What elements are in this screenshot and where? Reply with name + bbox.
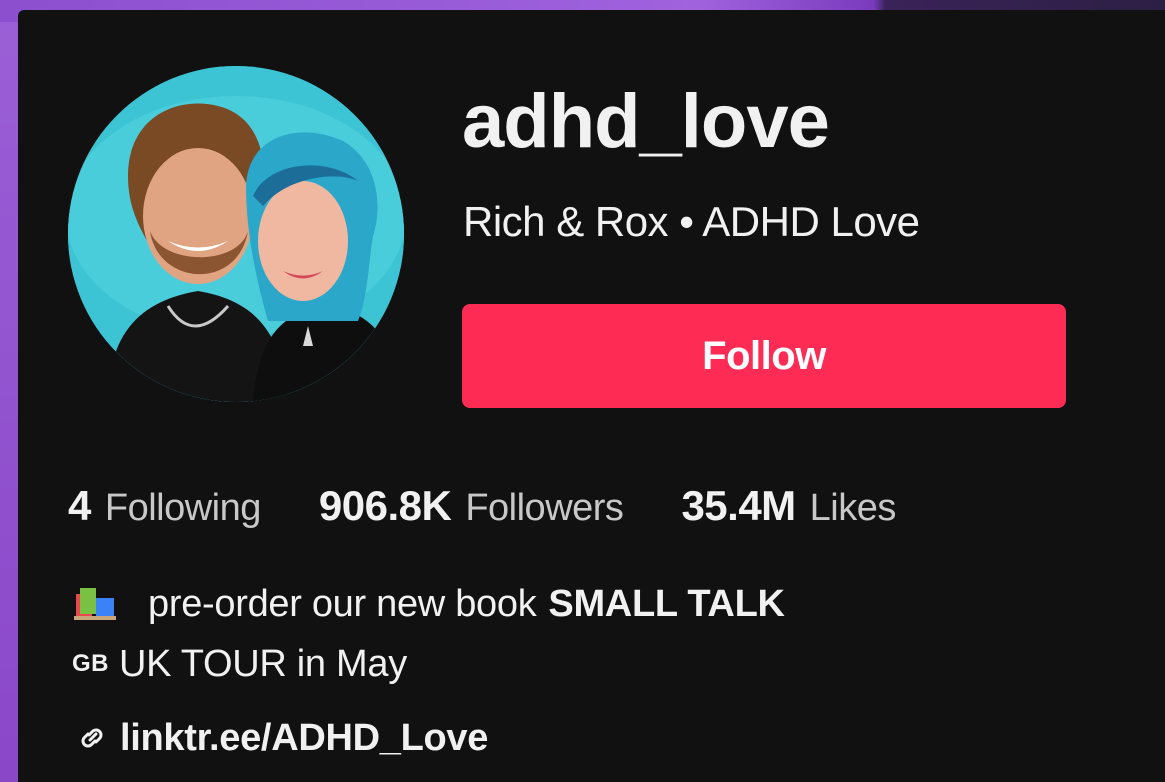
profile-stats: 4 Following 906.8K Followers 35.4M Likes bbox=[68, 482, 896, 538]
bio-line-1: pre-order our new book SMALL TALK bbox=[72, 580, 785, 628]
following-count: 4 bbox=[68, 482, 91, 529]
bio-line-2-text: UK TOUR in May bbox=[119, 642, 407, 685]
likes-label: Likes bbox=[809, 487, 897, 529]
profile-link-text: linktr.ee/ADHD_Love bbox=[120, 716, 489, 759]
followers-count: 906.8K bbox=[318, 482, 452, 529]
likes-count: 35.4M bbox=[681, 482, 796, 529]
bio-line-1-text: pre-order our new book bbox=[148, 582, 537, 625]
avatar-photo-icon bbox=[68, 66, 404, 402]
followers-label: Followers bbox=[465, 487, 624, 529]
nickname: Rich & Rox • ADHD Love bbox=[463, 198, 920, 245]
following-label: Following bbox=[104, 487, 262, 529]
books-icon bbox=[72, 584, 120, 624]
stat-followers[interactable]: 906.8K Followers bbox=[319, 482, 624, 530]
gb-flag-icon: GB bbox=[72, 650, 109, 677]
stat-likes: 35.4M Likes bbox=[681, 482, 897, 530]
link-icon bbox=[74, 720, 110, 756]
bio-line-2: GB UK TOUR in May bbox=[72, 638, 407, 690]
avatar[interactable] bbox=[68, 66, 404, 402]
profile-link[interactable]: linktr.ee/ADHD_Love bbox=[74, 712, 488, 764]
follow-button[interactable]: Follow bbox=[462, 304, 1066, 408]
bio-book-title: SMALL TALK bbox=[548, 582, 785, 625]
username: adhd_love bbox=[462, 79, 830, 164]
stat-following[interactable]: 4 Following bbox=[68, 482, 261, 530]
